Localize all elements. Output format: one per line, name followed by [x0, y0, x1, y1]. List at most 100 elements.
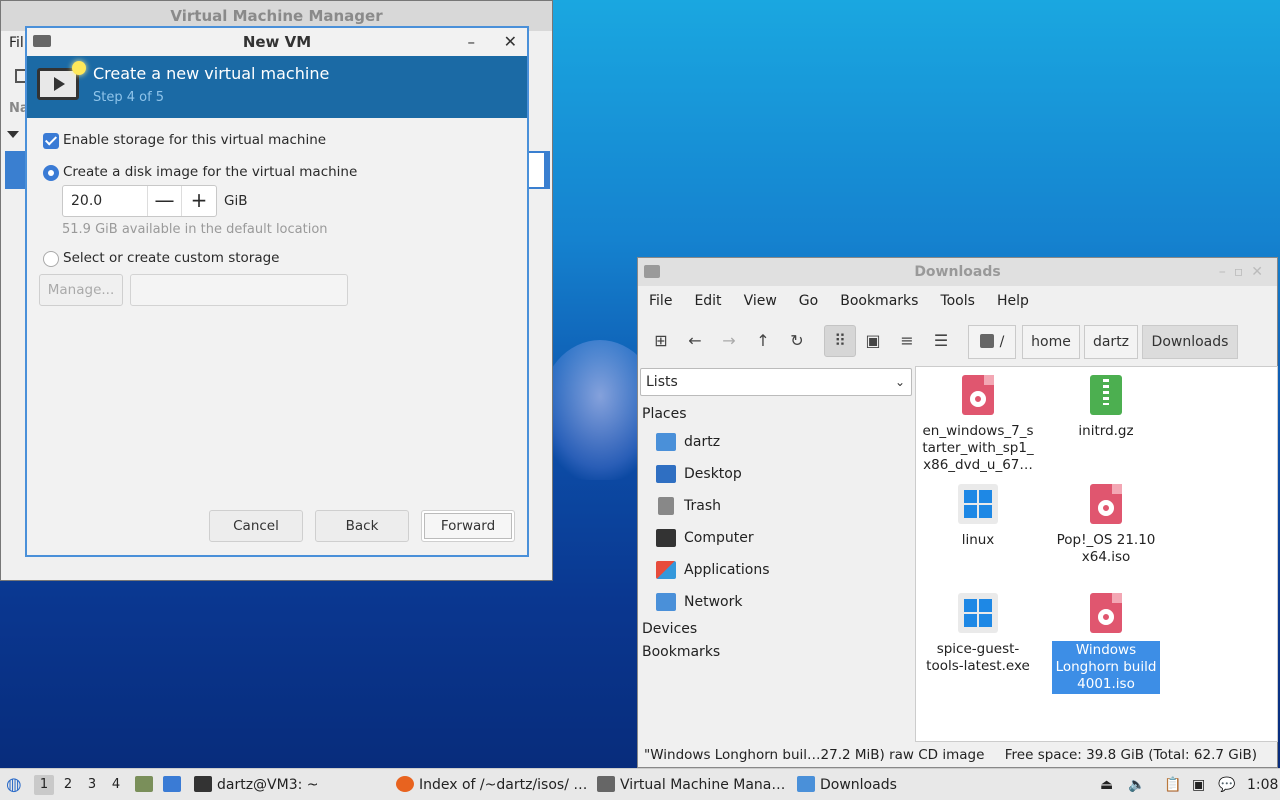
applications-icon: [656, 561, 676, 579]
tray-eject-icon[interactable]: ⏏: [1100, 769, 1116, 800]
file-item[interactable]: initrd.gz: [1047, 375, 1165, 440]
workspace-1[interactable]: 1: [34, 775, 54, 795]
side-pane-mode-value: Lists: [646, 374, 678, 390]
bookmarks-header[interactable]: Bookmarks: [642, 644, 720, 660]
vmm-file-menu[interactable]: Fil: [9, 35, 24, 51]
file-name-line: tools-latest.exe: [926, 658, 1030, 674]
file-manager-launcher[interactable]: [135, 769, 158, 800]
up-arrow-icon[interactable]: ↑: [750, 328, 776, 354]
place-trash[interactable]: Trash: [656, 494, 721, 518]
file-name-line: x64.iso: [1081, 549, 1131, 565]
task-vmm[interactable]: Virtual Machine Mana…: [597, 769, 785, 800]
menu-file[interactable]: File: [649, 286, 672, 316]
network-tray-icon[interactable]: ▣: [1192, 769, 1210, 800]
banner-step: Step 4 of 5: [93, 90, 165, 105]
menu-view[interactable]: View: [744, 286, 777, 316]
clipboard-icon[interactable]: 📋: [1164, 769, 1182, 800]
file-name-line: en_windows_7_s: [922, 423, 1034, 439]
place-network-label: Network: [684, 594, 743, 610]
file-name-line: tarter_with_sp1_: [922, 440, 1034, 456]
cancel-button[interactable]: Cancel: [209, 510, 303, 542]
place-desktop[interactable]: Desktop: [656, 462, 742, 486]
place-applications[interactable]: Applications: [656, 558, 770, 582]
dialog-banner: Create a new virtual machine Step 4 of 5: [27, 56, 527, 118]
network-folder-icon: [656, 593, 676, 611]
clock[interactable]: 1:08: [1247, 769, 1278, 800]
notification-icon[interactable]: 💬: [1218, 769, 1236, 800]
place-applications-label: Applications: [684, 562, 770, 578]
task-terminal[interactable]: dartz@VM3: ~: [194, 769, 319, 800]
workspace-2[interactable]: 2: [58, 775, 78, 795]
back-button[interactable]: Back: [315, 510, 409, 542]
increment-button[interactable]: +: [182, 186, 216, 216]
windows-executable-icon: [958, 484, 998, 524]
file-name-line: Windows: [1075, 642, 1137, 658]
volume-icon[interactable]: 🔈: [1128, 769, 1145, 800]
file-manager-window: Downloads –▫✕ File Edit View Go Bookmark…: [637, 257, 1278, 768]
forward-arrow-icon[interactable]: →: [716, 328, 742, 354]
create-disk-radio[interactable]: [43, 165, 59, 181]
task-firefox[interactable]: Index of /~dartz/isos/ …: [396, 769, 587, 800]
menu-tools[interactable]: Tools: [940, 286, 975, 316]
terminal-icon: [194, 776, 212, 792]
decrement-button[interactable]: —: [148, 186, 182, 216]
menu-bookmarks[interactable]: Bookmarks: [840, 286, 918, 316]
close-icon[interactable]: ✕: [504, 28, 517, 56]
menu-edit[interactable]: Edit: [694, 286, 721, 316]
detailed-view-icon[interactable]: ☰: [928, 328, 954, 354]
menu-go[interactable]: Go: [799, 286, 818, 316]
menu-help[interactable]: Help: [997, 286, 1029, 316]
side-pane-mode-select[interactable]: Lists ⌄: [640, 368, 912, 396]
file-item[interactable]: linux: [919, 484, 1037, 549]
breadcrumb-home[interactable]: home: [1022, 325, 1080, 359]
banner-title: Create a new virtual machine: [93, 64, 330, 83]
breadcrumb-downloads[interactable]: Downloads: [1142, 325, 1238, 359]
new-tab-icon[interactable]: ⊞: [648, 328, 674, 354]
minimize-icon[interactable]: –: [468, 28, 476, 56]
enable-storage-checkbox[interactable]: [43, 133, 59, 149]
file-item[interactable]: spice-guest- tools-latest.exe: [919, 593, 1037, 675]
file-item[interactable]: en_windows_7_s tarter_with_sp1_ x86_dvd_…: [919, 375, 1037, 474]
custom-storage-path-input[interactable]: [130, 274, 348, 306]
play-icon: [54, 77, 65, 91]
place-dartz-label: dartz: [684, 434, 721, 450]
breadcrumb-dartz[interactable]: dartz: [1084, 325, 1138, 359]
computer-icon: [656, 529, 676, 547]
custom-storage-label[interactable]: Select or create custom storage: [63, 250, 279, 266]
place-dartz[interactable]: dartz: [656, 430, 720, 454]
file-item-selected[interactable]: Windows Longhorn build 4001.iso: [1047, 593, 1165, 694]
file-name-line: spice-guest-: [936, 641, 1020, 657]
custom-storage-radio[interactable]: [43, 251, 59, 267]
compact-view-icon[interactable]: ≡: [894, 328, 920, 354]
trash-icon: [658, 497, 674, 515]
reload-icon[interactable]: ↻: [784, 328, 810, 354]
new-vm-dialog: New VM – ✕ Create a new virtual machine …: [25, 26, 529, 557]
back-arrow-icon[interactable]: ←: [682, 328, 708, 354]
start-menu-icon[interactable]: ◍: [6, 769, 26, 800]
place-network[interactable]: Network: [656, 590, 742, 614]
create-disk-label[interactable]: Create a disk image for the virtual mach…: [63, 164, 357, 180]
manage-button[interactable]: Manage...: [39, 274, 123, 306]
breadcrumb-root[interactable]: /: [968, 325, 1016, 359]
places-header[interactable]: Places: [642, 406, 687, 422]
task-terminal-label: dartz@VM3: ~: [217, 777, 319, 793]
place-desktop-label: Desktop: [684, 466, 742, 482]
thumbnail-view-icon[interactable]: ▣: [860, 328, 886, 354]
window-controls-icon[interactable]: –▫✕: [1219, 258, 1271, 286]
vmm-expand-icon[interactable]: [7, 131, 19, 138]
vmm-icon: [597, 776, 615, 792]
desktop-launcher[interactable]: [163, 769, 186, 800]
disk-size-input[interactable]: 20.0: [63, 186, 148, 216]
drive-icon: [979, 334, 994, 348]
chevron-down-icon: ⌄: [894, 375, 905, 389]
workspace-4[interactable]: 4: [106, 775, 126, 795]
file-item[interactable]: Pop!_OS 21.10 x64.iso: [1047, 484, 1165, 566]
place-computer[interactable]: Computer: [656, 526, 754, 550]
devices-header[interactable]: Devices: [642, 621, 697, 637]
enable-storage-label[interactable]: Enable storage for this virtual machine: [63, 132, 326, 148]
forward-button[interactable]: Forward: [421, 510, 515, 542]
icon-view-icon[interactable]: ⠿: [824, 325, 856, 357]
workspace-3[interactable]: 3: [82, 775, 102, 795]
new-vm-monitor-icon: [37, 61, 86, 100]
task-downloads[interactable]: Downloads: [797, 769, 897, 800]
